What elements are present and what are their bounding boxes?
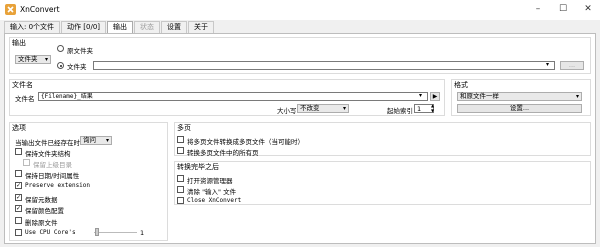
multipage-all-pages-label: 转换多页文件中的所有页 xyxy=(187,149,259,157)
tab-input[interactable]: 输入: 0个文件 xyxy=(4,21,61,33)
keep-date-label: 保持日期/时间属性 xyxy=(25,172,80,180)
keep-parent-dir-checkbox[interactable] xyxy=(23,159,30,166)
format-select[interactable]: 和原文件一样 ▾ xyxy=(457,92,582,101)
filename-input[interactable]: {Filename}_结果 xyxy=(38,92,428,101)
delete-original-label: 删除原文件 xyxy=(25,219,58,227)
tab-about[interactable]: 关于 xyxy=(188,21,214,33)
filename-insert-button[interactable]: ▶ xyxy=(430,92,440,101)
preserve-extension-checkbox[interactable]: ✓ xyxy=(15,182,22,189)
clear-input-label: 清除 "输入" 文件 xyxy=(187,188,237,196)
case-label: 大小写 xyxy=(277,107,297,115)
chevron-down-icon: ▾ xyxy=(44,56,48,63)
minimize-icon[interactable]: – xyxy=(531,2,545,16)
cpu-slider-thumb[interactable] xyxy=(95,228,99,236)
keep-date-checkbox[interactable] xyxy=(15,170,22,177)
exists-value: 询问 xyxy=(83,136,96,144)
keep-folder-structure-checkbox[interactable] xyxy=(15,148,22,155)
format-value: 和原文件一样 xyxy=(460,92,499,100)
multipage-convert-label: 将多页文件转换成多页文件（当可能时） xyxy=(187,138,304,146)
window-title: XnConvert xyxy=(20,5,60,14)
tab-actions[interactable]: 动作 [0/0] xyxy=(61,21,106,33)
tab-bar: 输入: 0个文件 动作 [0/0] 输出 状态 设置 关于 xyxy=(4,21,215,34)
app-logo-icon xyxy=(5,4,16,15)
keep-parent-dir-label: 保留上级目录 xyxy=(33,161,72,169)
clear-input-checkbox[interactable] xyxy=(177,186,184,193)
preserve-extension-label: Preserve extension xyxy=(25,182,91,189)
delete-original-checkbox[interactable] xyxy=(15,217,22,224)
case-select[interactable]: 不改变 ▾ xyxy=(297,104,349,113)
tab-settings[interactable]: 设置 xyxy=(161,21,187,33)
use-cpu-cores-label: Use CPU Core's xyxy=(25,229,76,236)
tab-status[interactable]: 状态 xyxy=(134,21,160,33)
folder-label: 文件夹 xyxy=(67,63,87,71)
after-conversion-group-label: 转换完毕之后 xyxy=(177,163,219,171)
exists-select[interactable]: 询问 ▾ xyxy=(80,136,112,145)
output-type-select[interactable]: 文件夹 ▾ xyxy=(15,55,51,64)
start-index-label: 起始索引 xyxy=(387,107,413,115)
close-icon[interactable]: ✕ xyxy=(581,2,595,16)
original-folder-label: 原文件夹 xyxy=(67,47,93,55)
keep-color-profile-checkbox[interactable]: ✓ xyxy=(15,205,22,212)
output-path-input[interactable] xyxy=(93,61,555,70)
output-type-value: 文件夹 xyxy=(18,55,38,63)
keep-folder-structure-label: 保持文件夹结构 xyxy=(25,150,71,158)
folder-radio[interactable] xyxy=(57,62,64,69)
browse-button[interactable]: ... xyxy=(560,61,584,70)
cpu-slider-track[interactable] xyxy=(94,232,137,233)
open-explorer-checkbox[interactable] xyxy=(177,175,184,182)
multipage-group-label: 多页 xyxy=(177,124,191,132)
multipage-convert-checkbox[interactable] xyxy=(177,136,184,143)
chevron-down-icon: ▾ xyxy=(419,92,423,99)
chevron-down-icon: ▾ xyxy=(575,93,579,100)
title-bar xyxy=(0,0,600,20)
spinner-icon[interactable]: ▲ ▼ xyxy=(431,103,434,113)
original-folder-radio[interactable] xyxy=(57,45,64,52)
keep-color-profile-label: 保留颜色配置 xyxy=(25,207,64,215)
use-cpu-cores-checkbox[interactable] xyxy=(15,229,22,236)
keep-metadata-checkbox[interactable]: ✓ xyxy=(15,194,22,201)
chevron-down-icon: ▾ xyxy=(342,105,346,112)
open-explorer-label: 打开资源管理器 xyxy=(187,177,233,185)
filename-group-label: 文件名 xyxy=(12,81,33,89)
multipage-all-pages-checkbox[interactable] xyxy=(177,147,184,154)
chevron-down-icon: ▾ xyxy=(105,137,109,144)
cpu-value: 1 xyxy=(140,229,145,237)
exists-label: 当输出文件已经存在时 xyxy=(15,139,80,147)
options-group-label: 选项 xyxy=(12,124,26,132)
maximize-icon[interactable]: ☐ xyxy=(556,2,570,16)
filename-label: 文件名 xyxy=(15,95,35,103)
close-app-label: Close XnConvert xyxy=(187,197,242,204)
chevron-down-icon: ▾ xyxy=(546,61,550,68)
keep-metadata-label: 保留元数据 xyxy=(25,196,58,204)
format-group-label: 格式 xyxy=(454,81,468,89)
case-value: 不改变 xyxy=(300,104,320,112)
close-app-checkbox[interactable] xyxy=(177,197,184,204)
format-settings-button[interactable]: 设置... xyxy=(457,104,582,113)
output-group-label: 输出 xyxy=(12,39,26,47)
